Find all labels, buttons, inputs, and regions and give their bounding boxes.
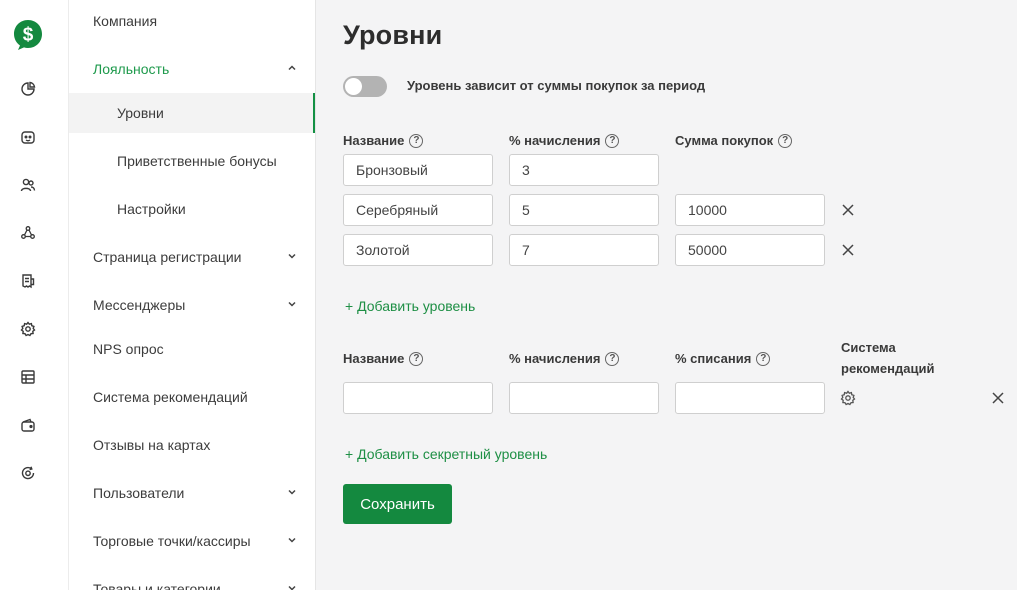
- wallet-icon[interactable]: [19, 416, 37, 434]
- page-title: Уровни: [343, 20, 443, 50]
- sidebar-item-users[interactable]: Пользователи: [69, 473, 315, 513]
- users-icon[interactable]: [19, 176, 37, 194]
- levels-header-sum: Сумма покупок ?: [675, 133, 793, 148]
- level-accrual-input[interactable]: [509, 234, 659, 266]
- level-name-input[interactable]: [343, 234, 493, 266]
- chevron-down-icon: [288, 489, 296, 495]
- settings-sidebar: Компания Лояльность Уровни Приветственны…: [69, 0, 316, 590]
- main-content: Уровни Уровень зависит от суммы покупок …: [316, 0, 1017, 590]
- header-label: Название: [343, 133, 405, 148]
- level-name-input[interactable]: [343, 154, 493, 186]
- robot-face-icon[interactable]: [19, 128, 37, 146]
- sidebar-item-outlets-cashiers[interactable]: Торговые точки/кассиры: [69, 521, 315, 561]
- add-level-link[interactable]: + Добавить уровень: [345, 298, 475, 314]
- dollar-bubble-icon[interactable]: $: [13, 19, 43, 51]
- header-label: Название: [343, 351, 405, 366]
- chevron-down-icon: [288, 585, 296, 590]
- gear-icon[interactable]: [840, 390, 856, 406]
- sidebar-item-label: Система рекомендаций: [93, 389, 248, 405]
- toggle-knob: [345, 78, 362, 95]
- level-sum-input[interactable]: [675, 234, 825, 266]
- save-button[interactable]: Сохранить: [343, 484, 452, 524]
- help-icon[interactable]: ?: [778, 133, 793, 148]
- chevron-down-icon: [288, 301, 296, 307]
- icon-rail: $: [0, 0, 69, 590]
- help-icon[interactable]: ?: [605, 133, 620, 148]
- sidebar-item-registration-page[interactable]: Страница регистрации: [69, 237, 315, 277]
- level-name-input[interactable]: [343, 194, 493, 226]
- sidebar-item-label: Мессенджеры: [93, 297, 186, 313]
- sidebar-item-loyalty-settings[interactable]: Настройки: [69, 189, 315, 229]
- period-sum-toggle[interactable]: [343, 76, 387, 97]
- chevron-down-icon: [288, 537, 296, 543]
- sidebar-item-label: Лояльность: [93, 61, 170, 77]
- close-icon[interactable]: [991, 391, 1005, 405]
- header-label: % списания: [675, 351, 752, 366]
- level-accrual-input[interactable]: [509, 154, 659, 186]
- add-secret-level-link[interactable]: + Добавить секретный уровень: [345, 446, 547, 462]
- chevron-down-icon: [288, 253, 296, 259]
- settings-icon[interactable]: [19, 320, 37, 338]
- secret-header-system: Система рекомендаций: [841, 337, 934, 379]
- close-icon[interactable]: [841, 243, 855, 257]
- secret-header-name: Название ?: [343, 351, 424, 366]
- secret-level-name-input[interactable]: [343, 382, 493, 414]
- sidebar-item-label: Компания: [93, 13, 158, 29]
- chevron-up-icon: [288, 65, 296, 71]
- sidebar-item-referral-system[interactable]: Система рекомендаций: [69, 377, 315, 417]
- header-label-line1: Система: [841, 340, 896, 355]
- sidebar-item-label: NPS опрос: [93, 341, 164, 357]
- sidebar-item-messengers[interactable]: Мессенджеры: [69, 285, 315, 325]
- sidebar-item-company[interactable]: Компания: [69, 1, 315, 41]
- header-label: Сумма покупок: [675, 133, 774, 148]
- secret-level-writeoff-input[interactable]: [675, 382, 825, 414]
- sidebar-item-welcome-bonuses[interactable]: Приветственные бонусы: [69, 141, 315, 181]
- levels-header-accrual: % начисления ?: [509, 133, 620, 148]
- levels-header-name: Название ?: [343, 133, 424, 148]
- secret-level-accrual-input[interactable]: [509, 382, 659, 414]
- sidebar-item-label: Пользователи: [93, 485, 185, 501]
- header-label-line2: рекомендаций: [841, 361, 935, 376]
- header-label: % начисления: [509, 351, 601, 366]
- sidebar-item-nps-survey[interactable]: NPS опрос: [69, 329, 315, 369]
- sidebar-item-label: Торговые точки/кассиры: [93, 533, 251, 549]
- sidebar-item-map-reviews[interactable]: Отзывы на картах: [69, 425, 315, 465]
- close-icon[interactable]: [841, 203, 855, 217]
- help-icon[interactable]: ?: [756, 351, 771, 366]
- table-icon[interactable]: [19, 368, 37, 386]
- svg-text:$: $: [23, 25, 34, 46]
- sidebar-item-label: Отзывы на картах: [93, 437, 211, 453]
- help-icon[interactable]: ?: [409, 133, 424, 148]
- secret-header-accrual: % начисления ?: [509, 351, 620, 366]
- sidebar-item-levels[interactable]: Уровни: [69, 93, 315, 133]
- level-sum-input[interactable]: [675, 194, 825, 226]
- toggle-label: Уровень зависит от суммы покупок за пери…: [407, 78, 706, 93]
- sidebar-item-label: Уровни: [117, 105, 164, 121]
- secret-header-writeoff: % списания ?: [675, 351, 771, 366]
- sidebar-item-loyalty[interactable]: Лояльность: [69, 49, 315, 89]
- help-icon[interactable]: ?: [605, 351, 620, 366]
- currency-cycle-icon[interactable]: [19, 464, 37, 482]
- header-label: % начисления: [509, 133, 601, 148]
- sidebar-item-products-categories[interactable]: Товары и категории: [69, 569, 315, 590]
- network-icon[interactable]: [19, 224, 37, 242]
- receipt-icon[interactable]: [19, 272, 37, 290]
- level-accrual-input[interactable]: [509, 194, 659, 226]
- help-icon[interactable]: ?: [409, 351, 424, 366]
- sidebar-item-label: Приветственные бонусы: [117, 153, 277, 169]
- sidebar-item-label: Страница регистрации: [93, 249, 242, 265]
- sidebar-item-label: Настройки: [117, 201, 186, 217]
- chart-pie-icon[interactable]: [19, 80, 37, 98]
- sidebar-item-label: Товары и категории: [93, 581, 221, 590]
